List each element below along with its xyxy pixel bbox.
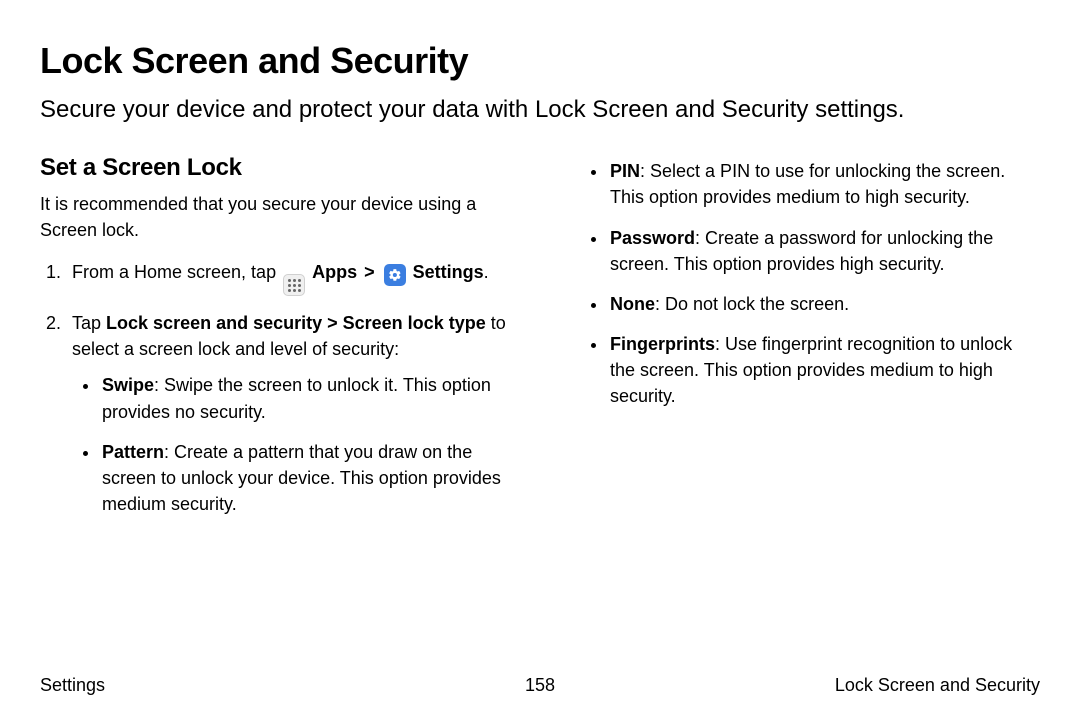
options-list-right: PIN: Select a PIN to use for unlocking t… (564, 158, 1040, 409)
footer-left: Settings (40, 675, 105, 696)
section-heading: Set a Screen Lock (40, 154, 516, 182)
option-name: PIN (610, 161, 640, 181)
breadcrumb-separator: > (364, 262, 375, 282)
option-name: Fingerprints (610, 334, 715, 354)
step-2: Tap Lock screen and security > Screen lo… (66, 310, 516, 517)
settings-icon (384, 264, 406, 286)
option-desc: : Do not lock the screen. (655, 294, 849, 314)
footer-page-number: 158 (525, 675, 555, 696)
option-pin: PIN: Select a PIN to use for unlocking t… (608, 158, 1040, 210)
option-desc: : Swipe the screen to unlock it. This op… (102, 375, 491, 421)
apps-label: Apps (312, 262, 357, 282)
option-pattern: Pattern: Create a pattern that you draw … (100, 439, 516, 517)
section-intro: It is recommended that you secure your d… (40, 192, 516, 242)
option-name: None (610, 294, 655, 314)
step-1-suffix: . (484, 262, 489, 282)
option-name: Pattern (102, 442, 164, 462)
left-column: Set a Screen Lock It is recommended that… (40, 154, 516, 531)
option-name: Password (610, 228, 695, 248)
content-columns: Set a Screen Lock It is recommended that… (40, 154, 1040, 531)
option-fingerprints: Fingerprints: Use fingerprint recognitio… (608, 331, 1040, 409)
apps-icon (283, 274, 305, 296)
steps-list: From a Home screen, tap Apps > Settings.… (40, 259, 516, 517)
option-password: Password: Create a password for unlockin… (608, 225, 1040, 277)
option-name: Swipe (102, 375, 154, 395)
page-footer: Settings 158 Lock Screen and Security (40, 675, 1040, 696)
option-swipe: Swipe: Swipe the screen to unlock it. Th… (100, 372, 516, 424)
option-desc: : Select a PIN to use for unlocking the … (610, 161, 1005, 207)
step-1: From a Home screen, tap Apps > Settings. (66, 259, 516, 297)
step-2-prefix: Tap (72, 313, 106, 333)
option-none: None: Do not lock the screen. (608, 291, 1040, 317)
page-subtitle: Secure your device and protect your data… (40, 94, 1040, 126)
step-1-prefix: From a Home screen, tap (72, 262, 281, 282)
options-list-left: Swipe: Swipe the screen to unlock it. Th… (72, 372, 516, 516)
footer-right: Lock Screen and Security (835, 675, 1040, 696)
page-title: Lock Screen and Security (40, 40, 1040, 82)
right-column: PIN: Select a PIN to use for unlocking t… (564, 154, 1040, 531)
step-2-path: Lock screen and security > Screen lock t… (106, 313, 486, 333)
settings-label: Settings (413, 262, 484, 282)
